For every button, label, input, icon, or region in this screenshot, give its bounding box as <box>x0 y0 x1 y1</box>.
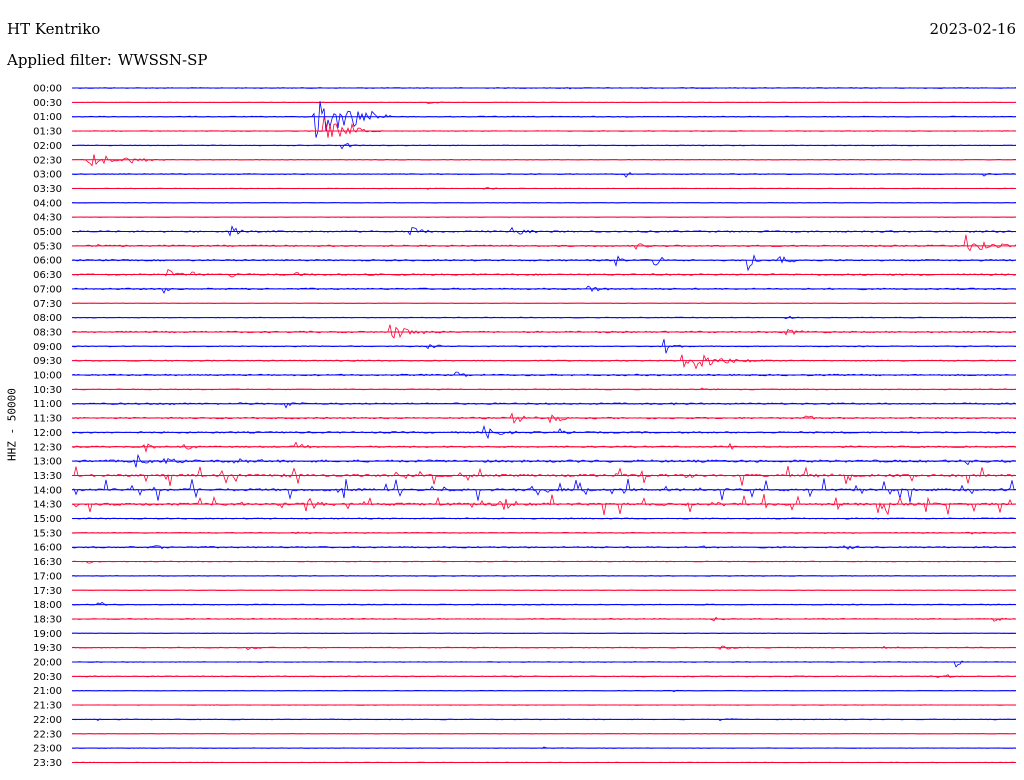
seismic-trace <box>71 560 1017 564</box>
trace-time-label: 17:30 <box>33 586 62 597</box>
trace-time-label: 06:00 <box>33 256 62 267</box>
seismic-trace <box>71 269 1017 278</box>
seismic-trace <box>71 234 1017 252</box>
trace-time-label: 10:30 <box>33 385 62 396</box>
trace-time-label: 18:00 <box>33 600 62 611</box>
seismic-trace <box>72 285 1017 294</box>
seismic-trace <box>71 733 1016 735</box>
trace-time-label: 11:00 <box>33 399 62 410</box>
trace-time-label: 21:00 <box>33 686 62 697</box>
trace-time-label: 11:30 <box>33 414 62 425</box>
trace-time-label: 14:00 <box>33 485 62 496</box>
seismic-trace <box>71 154 1016 167</box>
trace-time-label: 07:00 <box>33 284 62 295</box>
seismic-trace <box>71 324 1017 339</box>
trace-time-label: 17:00 <box>33 571 62 582</box>
seismic-trace <box>71 632 1017 635</box>
trace-time-label: 13:30 <box>33 471 62 482</box>
trace-time-label: 21:30 <box>33 701 62 712</box>
seismic-trace <box>71 172 1017 178</box>
trace-time-label: 06:30 <box>33 270 62 281</box>
trace-time-label: 19:00 <box>33 629 62 640</box>
trace-time-label: 10:00 <box>33 371 62 382</box>
trace-time-label: 12:30 <box>33 442 62 453</box>
seismic-trace <box>71 645 1017 651</box>
trace-time-label: 18:30 <box>33 614 62 625</box>
seismic-trace <box>71 187 1017 190</box>
seismic-trace <box>71 354 1017 370</box>
trace-time-label: 16:30 <box>33 557 62 568</box>
trace-time-label: 13:00 <box>33 457 62 468</box>
seismic-trace <box>71 117 1017 138</box>
trace-time-label: 20:00 <box>33 658 62 669</box>
trace-time-label: 16:00 <box>33 543 62 554</box>
helicorder-page: { "header": { "station": "HT Kentriko", … <box>0 0 1024 780</box>
trace-time-label: 08:00 <box>33 313 62 324</box>
seismic-trace <box>71 704 1017 706</box>
trace-time-label: 03:00 <box>33 170 62 181</box>
seismic-trace <box>71 466 1017 486</box>
trace-time-label: 04:00 <box>33 198 62 209</box>
seismic-trace <box>71 225 1017 237</box>
trace-time-label: 20:30 <box>33 672 62 683</box>
trace-time-label: 15:30 <box>33 528 62 539</box>
trace-time-label: 09:30 <box>33 356 62 367</box>
trace-time-label: 07:30 <box>33 299 62 310</box>
trace-time-label: 02:30 <box>33 155 62 166</box>
trace-time-label: 19:30 <box>33 643 62 654</box>
trace-time-label: 01:30 <box>33 127 62 138</box>
seismic-trace <box>71 761 1017 764</box>
trace-time-label: 08:30 <box>33 327 62 338</box>
trace-time-label: 14:30 <box>33 500 62 511</box>
trace-time-label: 01:00 <box>33 112 62 123</box>
helicorder-plot: 00:00 00:30 01:00 01:30 02:00 02:30 03:00 03:30… <box>33 84 1017 769</box>
seismic-trace <box>71 254 1017 272</box>
trace-time-label: 22:00 <box>33 715 62 726</box>
seismic-trace <box>71 371 1017 377</box>
trace-time-label: 12:00 <box>33 428 62 439</box>
seismic-trace <box>71 531 1017 535</box>
trace-time-label: 04:30 <box>33 213 62 224</box>
trace-time-label: 00:00 <box>33 84 62 95</box>
trace-time-label: 00:30 <box>33 98 62 109</box>
trace-time-label: 09:00 <box>33 342 62 353</box>
trace-time-label: 02:00 <box>33 141 62 152</box>
trace-time-label: 03:30 <box>33 184 62 195</box>
seismic-trace <box>71 101 1017 138</box>
trace-time-label: 22:30 <box>33 729 62 740</box>
trace-time-label: 15:00 <box>33 514 62 525</box>
trace-time-label: 23:30 <box>33 758 62 769</box>
seismic-trace <box>71 315 1017 320</box>
trace-time-label: 05:30 <box>33 241 62 252</box>
trace-time-label: 23:00 <box>33 744 62 755</box>
trace-time-label: 05:00 <box>33 227 62 238</box>
seismic-trace <box>71 142 1017 150</box>
